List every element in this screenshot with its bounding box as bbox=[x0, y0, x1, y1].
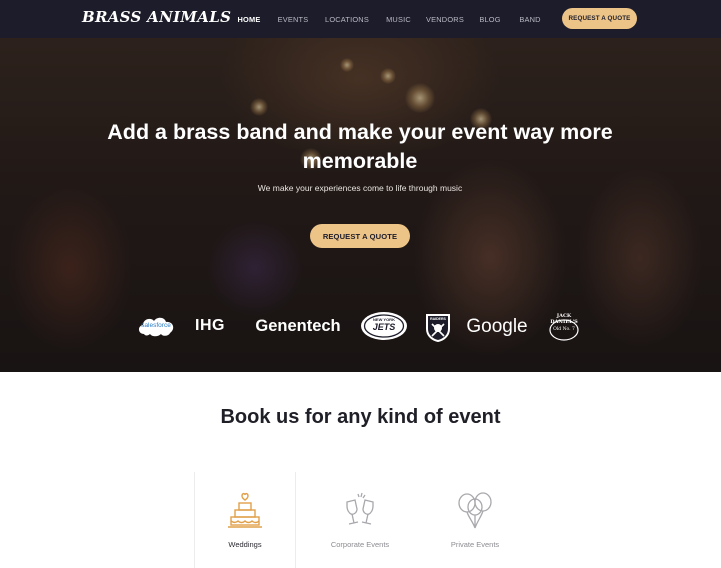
brand-logo[interactable]: BRASS ANIMALS bbox=[82, 8, 231, 26]
nav-link-music[interactable]: MUSIC bbox=[380, 15, 417, 24]
raiders-logo: RAIDERS bbox=[424, 312, 452, 342]
service-divider bbox=[295, 472, 296, 568]
nav-request-quote-button[interactable]: REQUEST A QUOTE bbox=[562, 8, 637, 29]
wedding-cake-icon bbox=[228, 492, 262, 528]
hero-title: Add a brass band and make your event way… bbox=[107, 120, 613, 173]
genentech-logo: Genentech bbox=[255, 316, 341, 335]
nav-link-home[interactable]: HOME bbox=[226, 15, 272, 24]
service-label: Weddings bbox=[228, 540, 262, 549]
champagne-toast-icon bbox=[346, 492, 374, 525]
hero-request-quote-button[interactable]: REQUEST A QUOTE bbox=[310, 224, 410, 248]
google-logo: Google bbox=[466, 316, 528, 337]
top-navbar: BRASS ANIMALS HOME EVENTS LOCATIONS MUSI… bbox=[0, 0, 721, 38]
jack-daniels-logo: JACK DANIEL'S Old No. 7 bbox=[546, 310, 582, 342]
nav-link-events[interactable]: EVENTS bbox=[272, 15, 314, 24]
service-label: Corporate Events bbox=[330, 540, 390, 549]
main-nav: HOME EVENTS LOCATIONS MUSIC VENDORS BLOG… bbox=[226, 0, 553, 38]
service-label: Private Events bbox=[450, 540, 500, 549]
ihg-logo: IHG bbox=[195, 317, 225, 334]
nav-link-vendors[interactable]: VENDORS bbox=[417, 15, 473, 24]
jack-daniels-wordmark: JACK DANIEL'S bbox=[550, 313, 578, 325]
nav-link-blog[interactable]: BLOG bbox=[473, 15, 507, 24]
jack-daniels-badge: Old No. 7 bbox=[553, 327, 575, 332]
nav-link-band[interactable]: BAND bbox=[507, 15, 553, 24]
jets-logo: NEW YORK JETS bbox=[360, 310, 408, 342]
service-corporate-events[interactable]: Corporate Events bbox=[310, 490, 410, 549]
jets-wordmark: JETS bbox=[372, 322, 396, 332]
client-logos: salesforce IHG Genentech NEW YORK JETS R… bbox=[136, 308, 586, 348]
service-private-events[interactable]: Private Events bbox=[425, 490, 525, 549]
nav-link-locations[interactable]: LOCATIONS bbox=[314, 15, 380, 24]
service-weddings[interactable]: Weddings bbox=[195, 490, 295, 549]
hero-section: Add a brass band and make your event way… bbox=[0, 38, 721, 372]
balloons-icon bbox=[458, 492, 492, 529]
salesforce-logo: salesforce bbox=[136, 312, 176, 340]
hero-subtitle: We make your experiences come to life th… bbox=[257, 183, 463, 193]
services-heading: Book us for any kind of event bbox=[220, 406, 501, 428]
raiders-wordmark: RAIDERS bbox=[430, 317, 446, 321]
salesforce-wordmark: salesforce bbox=[141, 322, 171, 329]
